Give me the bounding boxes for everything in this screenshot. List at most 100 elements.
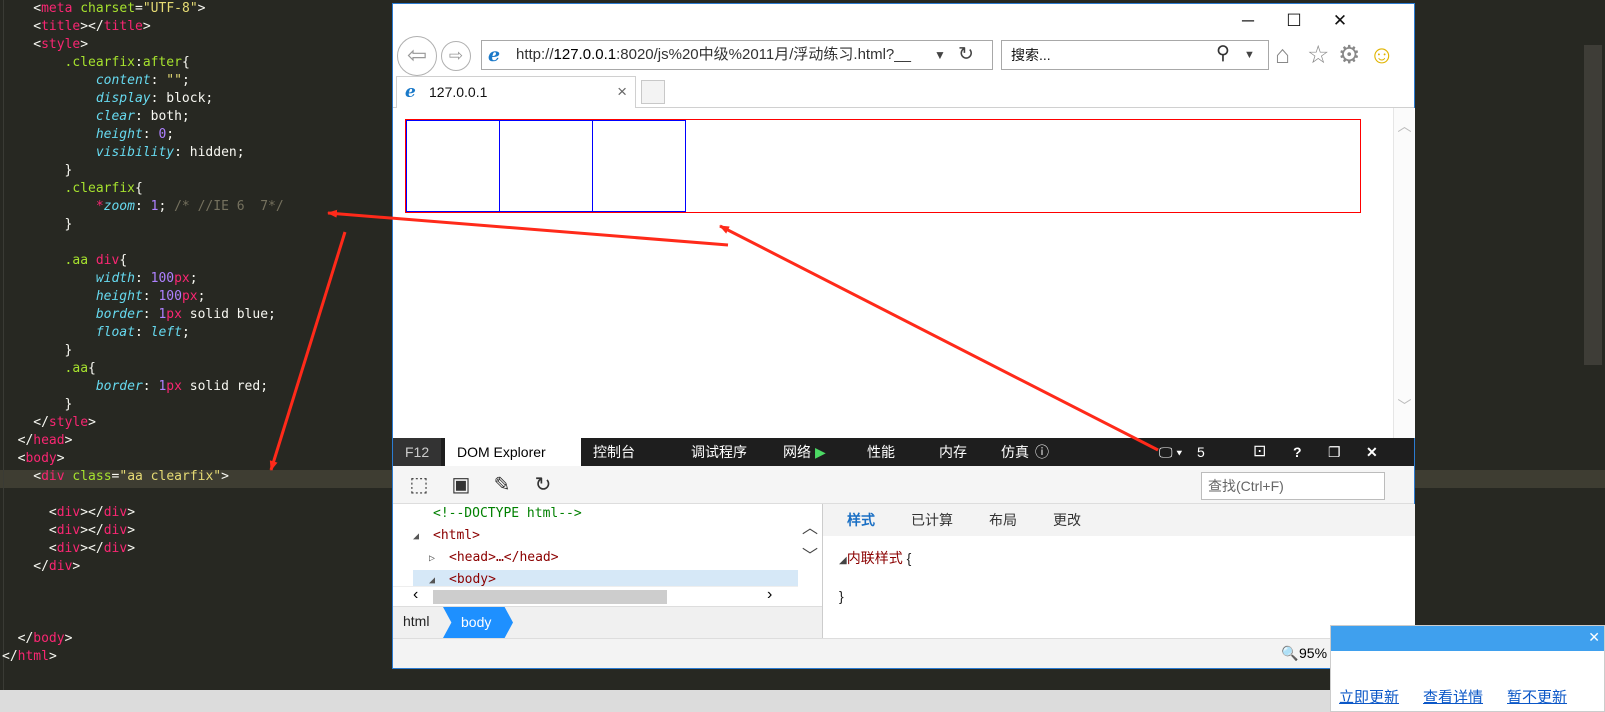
back-button[interactable]: ⇦: [397, 36, 437, 76]
help-icon[interactable]: ?: [1293, 438, 1302, 466]
minimize-button[interactable]: ─: [1225, 8, 1271, 34]
code-line[interactable]: }: [65, 396, 73, 414]
search-dropdown-icon[interactable]: ▼: [1244, 41, 1255, 69]
code-line[interactable]: display: block;: [96, 90, 213, 108]
code-line[interactable]: height: 100px;: [96, 288, 206, 306]
code-line[interactable]: border: 1px solid red;: [96, 378, 268, 396]
code-line[interactable]: border: 1px solid blue;: [96, 306, 276, 324]
tab-layout[interactable]: 布局: [989, 504, 1017, 536]
code-line[interactable]: </head>: [18, 432, 73, 450]
page-vertical-scrollbar[interactable]: ︿ ﹀: [1393, 108, 1415, 438]
hscroll-right-icon[interactable]: ›: [767, 586, 772, 604]
tree-scroll-down-icon[interactable]: ﹀: [798, 542, 822, 566]
hscroll-thumb[interactable]: [433, 590, 667, 604]
dom-node[interactable]: ▷ <head>…</head>: [413, 548, 798, 568]
code-line[interactable]: .clearfix{: [65, 180, 143, 198]
select-element-icon[interactable]: ⬚: [407, 473, 431, 497]
code-line[interactable]: clear: both;: [96, 108, 190, 126]
code-line[interactable]: width: 100px;: [96, 270, 198, 288]
skip-update-link[interactable]: 暂不更新: [1507, 686, 1567, 707]
console-toggle-icon[interactable]: ⊡: [1253, 438, 1266, 466]
browser-window[interactable]: ─ ☐ ✕ ⇦ ⇨ e http://127.0.0.1:8020/js%20中…: [392, 3, 1415, 669]
new-tab-button[interactable]: [641, 80, 665, 104]
code-line[interactable]: <div></div>: [49, 522, 135, 540]
refresh-icon[interactable]: ↻: [958, 41, 974, 69]
editor-scrollbar-thumb[interactable]: [1584, 45, 1602, 365]
code-line[interactable]: <body>: [18, 450, 65, 468]
code-line[interactable]: <div class="aa clearfix">: [33, 468, 229, 486]
devtools-close-icon[interactable]: ✕: [1366, 438, 1378, 466]
code-line[interactable]: </html>: [2, 648, 57, 666]
code-line[interactable]: }: [65, 216, 73, 234]
favorites-star-icon[interactable]: ☆: [1307, 40, 1329, 70]
inline-style-rule[interactable]: ◢内联样式 {: [839, 548, 911, 568]
node-toggle-icon[interactable]: ▷: [429, 549, 449, 569]
code-line[interactable]: </body>: [18, 630, 73, 648]
tab-close-icon[interactable]: ×: [617, 77, 627, 107]
tree-scroll-up-icon[interactable]: ︿: [798, 514, 822, 538]
home-icon[interactable]: ⌂: [1275, 40, 1290, 70]
code-line[interactable]: <div></div>: [49, 540, 135, 558]
dom-node[interactable]: ◢ <html>: [413, 526, 798, 546]
code-line[interactable]: }: [65, 342, 73, 360]
network-record-icon[interactable]: ▶: [815, 438, 826, 466]
gear-icon[interactable]: ⚙: [1338, 40, 1360, 70]
search-box[interactable]: 搜索... ⚲ ▼: [1001, 40, 1269, 70]
info-icon[interactable]: ⓘ: [1035, 438, 1049, 466]
address-bar[interactable]: e http://127.0.0.1:8020/js%20中级%2011月/浮动…: [481, 40, 993, 70]
tab-emulation[interactable]: 仿真: [989, 438, 1041, 466]
update-now-link[interactable]: 立即更新: [1339, 686, 1399, 707]
code-line[interactable]: <meta charset="UTF-8">: [33, 0, 205, 18]
code-line[interactable]: </div>: [33, 558, 80, 576]
tab-current[interactable]: e 127.0.0.1 ×: [396, 76, 636, 108]
zoom-level[interactable]: 95%: [1299, 639, 1327, 667]
forward-button[interactable]: ⇨: [441, 41, 471, 71]
emulation-target-icon[interactable]: 🖵 ▾: [1159, 438, 1182, 466]
code-line[interactable]: *zoom: 1; /* //IE 6 7*/: [96, 198, 284, 216]
browser-titlebar[interactable]: ─ ☐ ✕: [393, 4, 1414, 36]
undock-icon[interactable]: ❐: [1328, 438, 1341, 466]
notification-close-icon[interactable]: ✕: [1588, 629, 1600, 646]
code-line[interactable]: height: 0;: [96, 126, 174, 144]
eyedropper-icon[interactable]: ✎: [490, 473, 514, 497]
dom-tree-scrollbar[interactable]: ︿ ﹀: [798, 504, 822, 586]
tab-styles[interactable]: 样式: [847, 504, 875, 536]
emulation-target-value[interactable]: 5: [1197, 438, 1205, 466]
tab-computed[interactable]: 已计算: [911, 504, 953, 536]
dom-tree[interactable]: <!--DOCTYPE html--> ◢ <html> ▷ <head>…</head…: [393, 504, 798, 590]
tab-console[interactable]: 控制台: [581, 438, 647, 466]
tab-debugger[interactable]: 调试程序: [679, 438, 759, 466]
refresh-dom-icon[interactable]: ↻: [531, 473, 555, 497]
node-toggle-icon[interactable]: ◢: [413, 527, 433, 547]
maximize-button[interactable]: ☐: [1271, 8, 1317, 34]
dom-node[interactable]: <!--DOCTYPE html-->: [413, 504, 798, 524]
find-input[interactable]: 查找(Ctrl+F): [1201, 472, 1385, 500]
highlight-box-icon[interactable]: ▣: [449, 473, 473, 497]
scroll-up-icon[interactable]: ︿: [1394, 116, 1415, 136]
view-details-link[interactable]: 查看详情: [1423, 686, 1483, 707]
tab-dom-explorer[interactable]: DOM Explorer: [445, 438, 581, 466]
code-line[interactable]: .clearfix:after{: [65, 54, 190, 72]
dom-tree-hscrollbar[interactable]: ‹ ›: [393, 586, 798, 606]
code-line[interactable]: visibility: hidden;: [96, 144, 245, 162]
tab-changes[interactable]: 更改: [1053, 504, 1081, 536]
tab-f12[interactable]: F12: [393, 438, 442, 466]
breadcrumb-html[interactable]: html: [403, 613, 429, 629]
code-line[interactable]: .aa{: [65, 360, 96, 378]
search-icon[interactable]: ⚲: [1216, 40, 1230, 68]
code-line[interactable]: float: left;: [96, 324, 190, 342]
code-line[interactable]: <title></title>: [33, 18, 150, 36]
address-dropdown-icon[interactable]: ▼: [934, 41, 946, 69]
breadcrumb-body[interactable]: body: [443, 607, 513, 638]
code-line[interactable]: content: "";: [96, 72, 190, 90]
tab-performance[interactable]: 性能: [855, 438, 907, 466]
hscroll-left-icon[interactable]: ‹: [413, 586, 418, 604]
code-line[interactable]: <style>: [33, 36, 88, 54]
code-line[interactable]: <div></div>: [49, 504, 135, 522]
close-button[interactable]: ✕: [1317, 8, 1363, 34]
code-line[interactable]: .aa div{: [65, 252, 128, 270]
code-line[interactable]: </style>: [33, 414, 96, 432]
smiley-feedback-icon[interactable]: ☺: [1369, 40, 1395, 70]
scroll-down-icon[interactable]: ﹀: [1394, 396, 1415, 416]
code-line[interactable]: }: [65, 162, 73, 180]
